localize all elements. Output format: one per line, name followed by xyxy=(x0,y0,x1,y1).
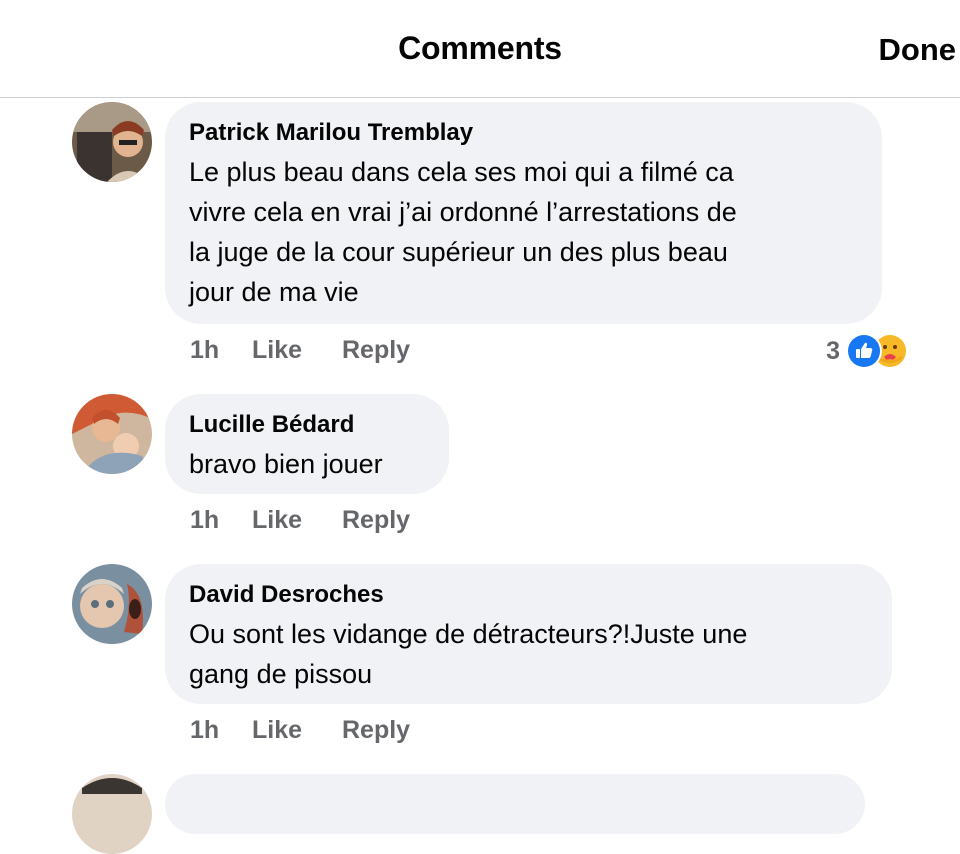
comments-header: Comments Done xyxy=(0,0,960,98)
avatar[interactable] xyxy=(72,394,152,474)
comment-text: Ou sont les vidange de détracteurs?!Just… xyxy=(189,614,868,694)
page-title: Comments xyxy=(398,30,562,66)
comment-bubble: Patrick Marilou Tremblay Le plus beau da… xyxy=(165,102,882,324)
avatar[interactable] xyxy=(72,102,152,182)
comment-actions: 1h Like Reply xyxy=(190,506,410,535)
comment-time: 1h xyxy=(190,506,220,534)
comment-time: 1h xyxy=(190,336,220,364)
comment-text-line: la juge de la cour supérieur un des plus… xyxy=(189,237,728,267)
comment-time: 1h xyxy=(190,716,220,744)
comment-actions: 1h Like Reply xyxy=(190,336,410,365)
comment-bubble xyxy=(165,774,865,834)
reply-button[interactable]: Reply xyxy=(342,336,410,365)
reply-button[interactable]: Reply xyxy=(342,506,410,535)
like-icon xyxy=(846,333,882,369)
reaction-count: 3 xyxy=(826,336,840,365)
like-button[interactable]: Like xyxy=(252,336,342,365)
comment-text: bravo bien jouer xyxy=(189,444,425,484)
reply-button[interactable]: Reply xyxy=(342,716,410,745)
comment-text-line: Le plus beau dans cela ses moi qui a fil… xyxy=(189,157,734,187)
comment-bubble: David Desroches Ou sont les vidange de d… xyxy=(165,564,892,704)
comment-text-line: Ou sont les vidange de détracteurs?!Just… xyxy=(189,619,748,649)
comment-text-line: gang de pissou xyxy=(189,659,373,689)
avatar[interactable] xyxy=(72,774,152,854)
comment-text: Le plus beau dans cela ses moi qui a fil… xyxy=(189,152,858,312)
like-button[interactable]: Like xyxy=(252,506,342,535)
comment-text-line: jour de ma vie xyxy=(189,277,359,307)
comment-actions: 1h Like Reply xyxy=(190,716,410,745)
comment-bubble: Lucille Bédard bravo bien jouer xyxy=(165,394,449,494)
comment-text-line: vivre cela en vrai j’ai ordonné l’arrest… xyxy=(189,197,737,227)
comment-author[interactable]: Lucille Bédard xyxy=(189,410,425,440)
comment-author[interactable]: Patrick Marilou Tremblay xyxy=(189,118,858,148)
comment-author[interactable]: David Desroches xyxy=(189,580,868,610)
comment-text-line: bravo bien jouer xyxy=(189,449,383,479)
avatar[interactable] xyxy=(72,564,152,644)
like-button[interactable]: Like xyxy=(252,716,342,745)
done-button[interactable]: Done xyxy=(879,32,957,68)
reaction-summary[interactable]: 3 xyxy=(826,333,906,369)
